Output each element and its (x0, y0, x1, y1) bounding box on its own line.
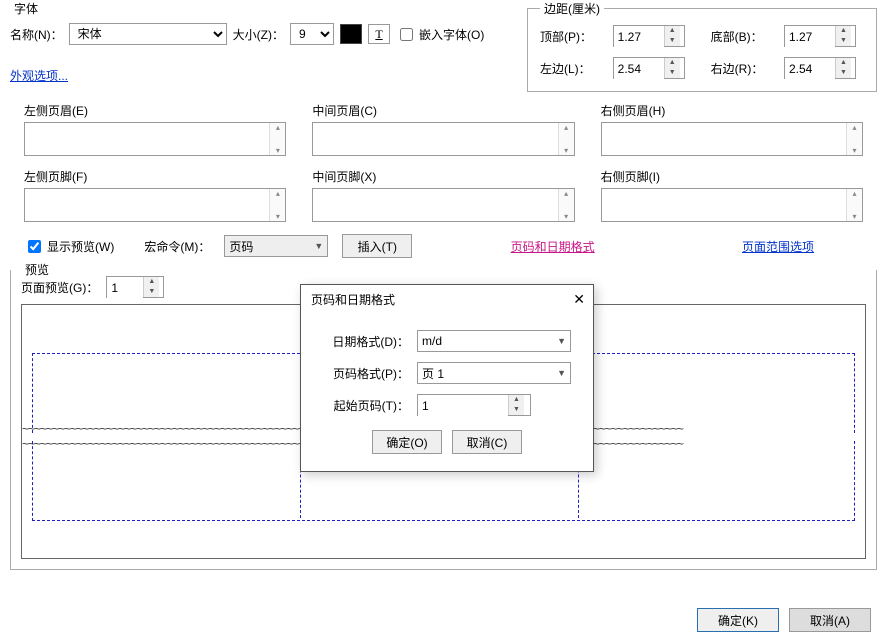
spin-up-icon[interactable]: ▲ (836, 58, 851, 68)
dialog-title: 页码和日期格式 (311, 291, 395, 308)
date-format-select[interactable]: m/d ▼ (417, 330, 571, 352)
scroll-up-icon[interactable]: ▴ (564, 123, 568, 132)
spin-up-icon[interactable]: ▲ (144, 277, 159, 287)
date-format-label: 日期格式(D)： (323, 333, 409, 350)
footer-right-input[interactable]: ▴▾ (601, 188, 863, 222)
page-date-format-dialog: 页码和日期格式 ✕ 日期格式(D)： m/d ▼ 页码格式(P)： 页 1 ▼ … (300, 284, 594, 472)
margin-bottom-label: 底部(B)： (711, 28, 766, 45)
scroll-down-icon[interactable]: ▾ (276, 212, 280, 221)
margin-left-input[interactable] (614, 58, 664, 80)
font-size-select[interactable]: 9 (290, 23, 334, 45)
start-page-input[interactable] (418, 395, 508, 417)
embed-font-checkbox[interactable]: 嵌入字体(O) (396, 25, 484, 44)
embed-font-input[interactable] (400, 28, 413, 41)
footer-left-label: 左侧页脚(F) (24, 168, 286, 185)
scroll-up-icon[interactable]: ▴ (564, 189, 568, 198)
scroll-up-icon[interactable]: ▴ (852, 189, 856, 198)
scroll-down-icon[interactable]: ▾ (564, 212, 568, 221)
chevron-down-icon: ▼ (314, 241, 323, 251)
preview-group-label: 预览 (21, 261, 53, 278)
page-preview-label: 页面预览(G)： (21, 279, 98, 296)
margin-top-spinner[interactable]: ▲▼ (613, 25, 685, 47)
margin-left-label: 左边(L)： (540, 60, 595, 77)
scroll-down-icon[interactable]: ▾ (852, 212, 856, 221)
font-name-select[interactable]: 宋体 (69, 23, 227, 45)
scroll-down-icon[interactable]: ▾ (276, 146, 280, 155)
show-preview-checkbox[interactable]: 显示预览(W) (24, 237, 114, 256)
footer-right-label: 右侧页脚(I) (601, 168, 863, 185)
margin-right-spinner[interactable]: ▲▼ (784, 57, 856, 79)
header-center-label: 中间页眉(C) (312, 102, 574, 119)
margin-right-input[interactable] (785, 58, 835, 80)
scroll-up-icon[interactable]: ▴ (276, 189, 280, 198)
dialog-ok-button[interactable]: 确定(O) (372, 430, 442, 454)
start-page-label: 起始页码(T)： (323, 397, 409, 414)
font-color-swatch[interactable] (340, 24, 362, 44)
header-right-input[interactable]: ▴▾ (601, 122, 863, 156)
footer-center-label: 中间页脚(X) (312, 168, 574, 185)
spin-up-icon[interactable]: ▲ (665, 58, 680, 68)
dialog-cancel-button[interactable]: 取消(C) (452, 430, 522, 454)
scroll-down-icon[interactable]: ▾ (564, 146, 568, 155)
footer-center-input[interactable]: ▴▾ (312, 188, 574, 222)
header-right-label: 右侧页眉(H) (601, 102, 863, 119)
spin-down-icon[interactable]: ▼ (836, 68, 851, 78)
underline-icon[interactable]: T (368, 24, 390, 44)
margin-bottom-spinner[interactable]: ▲▼ (784, 25, 856, 47)
scroll-up-icon[interactable]: ▴ (276, 123, 280, 132)
spin-down-icon[interactable]: ▼ (144, 287, 159, 297)
margins-group: 边距(厘米) 顶部(P)： ▲▼ 底部(B)： ▲▼ 左边(L)： ▲▼ 右边(… (527, 0, 877, 92)
font-size-label: 大小(Z)： (233, 26, 284, 43)
date-format-value: m/d (422, 334, 442, 348)
page-date-format-link[interactable]: 页码和日期格式 (511, 240, 595, 254)
spin-up-icon[interactable]: ▲ (509, 395, 524, 405)
page-preview-input[interactable] (107, 277, 143, 299)
close-icon[interactable]: ✕ (573, 291, 585, 308)
spin-up-icon[interactable]: ▲ (665, 26, 680, 36)
page-format-label: 页码格式(P)： (323, 365, 409, 382)
start-page-spinner[interactable]: ▲▼ (417, 394, 531, 416)
margin-left-spinner[interactable]: ▲▼ (613, 57, 685, 79)
page-format-value: 页 1 (422, 365, 444, 382)
margin-top-input[interactable] (614, 26, 664, 48)
header-center-input[interactable]: ▴▾ (312, 122, 574, 156)
page-preview-spinner[interactable]: ▲▼ (106, 276, 164, 298)
show-preview-input[interactable] (28, 240, 41, 253)
margin-bottom-input[interactable] (785, 26, 835, 48)
scroll-down-icon[interactable]: ▾ (852, 146, 856, 155)
macro-label: 宏命令(M)： (144, 238, 210, 255)
font-group-label: 字体 (14, 0, 519, 17)
font-name-label: 名称(N)： (10, 26, 63, 43)
page-format-select[interactable]: 页 1 ▼ (417, 362, 571, 384)
chevron-down-icon: ▼ (557, 368, 566, 378)
appearance-options-link[interactable]: 外观选项... (10, 69, 68, 83)
margin-right-label: 右边(R)： (711, 60, 766, 77)
footer-left-input[interactable]: ▴▾ (24, 188, 286, 222)
page-range-options-link[interactable]: 页面范围选项 (742, 240, 814, 254)
cancel-button[interactable]: 取消(A) (789, 608, 871, 632)
scroll-up-icon[interactable]: ▴ (852, 123, 856, 132)
embed-font-label: 嵌入字体(O) (419, 26, 484, 43)
spin-down-icon[interactable]: ▼ (509, 405, 524, 415)
show-preview-label: 显示预览(W) (47, 238, 114, 255)
chevron-down-icon: ▼ (557, 336, 566, 346)
macro-select[interactable]: 页码 ▼ (224, 235, 328, 257)
spin-up-icon[interactable]: ▲ (836, 26, 851, 36)
margin-top-label: 顶部(P)： (540, 28, 595, 45)
margins-group-label: 边距(厘米) (540, 0, 604, 17)
insert-button[interactable]: 插入(T) (342, 234, 412, 258)
spin-down-icon[interactable]: ▼ (665, 68, 680, 78)
header-left-label: 左侧页眉(E) (24, 102, 286, 119)
ok-button[interactable]: 确定(K) (697, 608, 779, 632)
macro-value: 页码 (229, 238, 253, 255)
header-left-input[interactable]: ▴▾ (24, 122, 286, 156)
spin-down-icon[interactable]: ▼ (836, 36, 851, 46)
spin-down-icon[interactable]: ▼ (665, 36, 680, 46)
